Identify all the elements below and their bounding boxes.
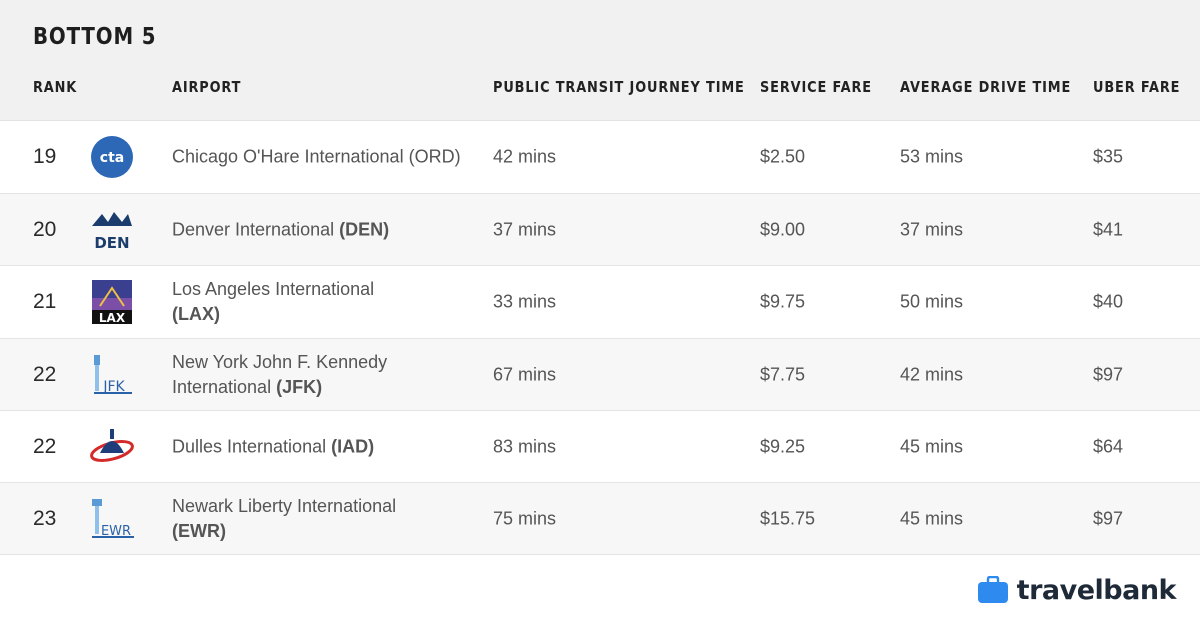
ewr-logo-icon: EWR <box>92 498 134 539</box>
uber-fare-value: $35 <box>1093 146 1124 167</box>
jfk-logo-text: JFK <box>102 379 125 395</box>
rank-value: 19 <box>33 145 57 168</box>
drive-time-value: 50 mins <box>900 291 964 312</box>
lax-logo-icon: LAX <box>92 280 132 325</box>
uber-fare-value: $97 <box>1093 364 1124 384</box>
airport-code: (LAX) <box>172 304 220 324</box>
service-fare-value: $9.75 <box>760 291 806 312</box>
brand-part-travel: travel <box>1016 574 1104 606</box>
column-header-airport: AIRPORT <box>172 78 242 96</box>
service-fare-value: $7.75 <box>760 364 806 384</box>
page-title: BOTTOM 5 <box>33 24 157 50</box>
transit-time-value: 67 mins <box>493 364 557 384</box>
drive-time-value: 53 mins <box>900 146 964 167</box>
uber-fare-value: $40 <box>1093 291 1124 312</box>
drive-time-value: 37 mins <box>900 219 964 239</box>
briefcase-icon <box>977 576 1008 603</box>
table-row: 19 cta Chicago O'Hare International (ORD… <box>0 121 1200 194</box>
airport-name-cell: Dulles International (IAD) <box>172 434 462 459</box>
column-header-drive-time: AVERAGE DRIVE TIME <box>900 78 1072 96</box>
column-header-service-fare: SERVICE FARE <box>760 78 872 96</box>
airport-name-cell: New York John F. Kennedy International (… <box>172 350 462 400</box>
rank-value: 23 <box>33 506 57 530</box>
service-fare-value: $15.75 <box>760 508 816 528</box>
table-row: 23 EWR Newark Liberty International (EWR)… <box>0 483 1200 555</box>
table-row: 22 Dulles International (IAD) 83 mins $9… <box>0 411 1200 483</box>
airport-name: Newark Liberty International <box>172 495 397 516</box>
den-logo-text: DEN <box>94 234 129 252</box>
airport-code: (EWR) <box>172 520 226 541</box>
airport-name: Dulles International <box>172 436 327 456</box>
column-header-transit: PUBLIC TRANSIT JOURNEY TIME <box>493 78 745 96</box>
airport-name-cell: Newark Liberty International (EWR) <box>172 494 462 544</box>
airport-code: (ORD) <box>408 146 461 167</box>
iad-logo-icon <box>90 428 134 462</box>
transit-time-value: 83 mins <box>493 436 557 456</box>
service-fare-value: $2.50 <box>760 146 806 167</box>
table-row: 21 LAX Los Angeles International (LAX) 33… <box>0 266 1200 339</box>
airport-name-cell: Denver International (DEN) <box>172 217 462 242</box>
table-row: 22 JFK New York John F. Kennedy Internat… <box>0 339 1200 411</box>
airport-code: (IAD) <box>331 436 375 456</box>
drive-time-value: 45 mins <box>900 436 964 456</box>
transit-time-value: 75 mins <box>493 508 557 528</box>
airport-name: Denver International <box>172 219 335 239</box>
airport-table: 19 cta Chicago O'Hare International (ORD… <box>0 121 1200 555</box>
airport-name-cell: Los Angeles International (LAX) <box>172 277 462 327</box>
lax-logo-text: LAX <box>99 311 126 325</box>
den-logo-icon: DEN <box>92 211 132 252</box>
service-fare-value: $9.00 <box>760 219 806 239</box>
transit-time-value: 42 mins <box>493 146 557 167</box>
column-header-rank: RANK <box>33 78 78 96</box>
drive-time-value: 45 mins <box>900 508 964 528</box>
uber-fare-value: $97 <box>1093 508 1124 528</box>
transit-time-value: 37 mins <box>493 219 557 239</box>
uber-fare-value: $64 <box>1093 436 1124 456</box>
rank-value: 22 <box>33 362 57 386</box>
airport-code: (JFK) <box>276 376 323 397</box>
rank-value: 20 <box>33 217 57 241</box>
airport-name: Los Angeles International <box>172 279 375 299</box>
airport-code: (DEN) <box>339 219 390 239</box>
uber-fare-value: $41 <box>1093 219 1124 239</box>
brand-part-bank: bank <box>1103 574 1176 606</box>
cta-logo-text: cta <box>100 150 124 166</box>
airport-name: Chicago O'Hare International <box>172 146 404 167</box>
column-header-uber-fare: UBER FARE <box>1093 78 1181 96</box>
travelbank-logo: travelbank <box>977 572 1176 608</box>
cta-logo-icon: cta <box>91 136 133 178</box>
ewr-logo-text: EWR <box>101 524 131 539</box>
jfk-logo-icon: JFK <box>94 354 132 395</box>
table-row: 20 DEN Denver International (DEN) 37 min… <box>0 194 1200 266</box>
table-header-band <box>0 0 1200 121</box>
transit-time-value: 33 mins <box>493 291 557 312</box>
brand-wordmark: travelbank <box>1016 574 1177 606</box>
service-fare-value: $9.25 <box>760 436 806 456</box>
airport-name-cell: Chicago O'Hare International (ORD) <box>172 145 462 170</box>
rank-value: 21 <box>33 290 57 313</box>
drive-time-value: 42 mins <box>900 364 964 384</box>
rank-value: 22 <box>33 434 57 458</box>
